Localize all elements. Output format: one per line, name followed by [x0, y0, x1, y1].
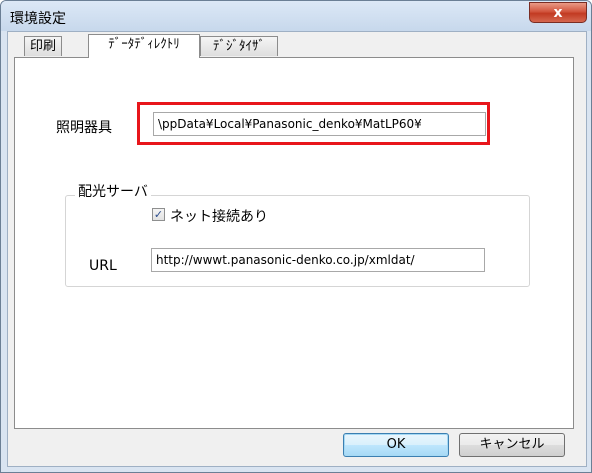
dialog-title: 環境設定 — [10, 11, 66, 27]
server-group-title: 配光サーバ — [75, 181, 151, 201]
tab-print[interactable]: 印刷 — [24, 36, 62, 56]
server-groupbox — [65, 195, 530, 287]
url-label: URL — [89, 258, 117, 274]
tab-data-directory[interactable]: ﾃﾞｰﾀﾃﾞｨﾚｸﾄﾘ — [88, 34, 200, 58]
close-button[interactable]: x — [529, 2, 587, 23]
tab-print-label: 印刷 — [29, 39, 56, 54]
highlight-box — [137, 102, 490, 145]
url-field[interactable]: http://wwwt.panasonic-denko.co.jp/xmldat… — [151, 248, 485, 272]
tab-digitizer-label: ﾃﾞｼﾞﾀｲｻﾞ — [213, 39, 265, 54]
cancel-button[interactable]: キャンセル — [459, 433, 565, 457]
ok-button[interactable]: OK — [343, 433, 449, 457]
close-icon[interactable]: x — [553, 5, 562, 21]
net-connection-label: ネット接続あり — [170, 209, 268, 225]
title-bar[interactable]: 環境設定 x — [1, 1, 591, 31]
checkmark-icon: ✓ — [153, 208, 164, 221]
net-connection-checkbox[interactable]: ✓ — [152, 208, 165, 221]
tab-digitizer[interactable]: ﾃﾞｼﾞﾀｲｻﾞ — [200, 36, 278, 56]
tab-data-directory-label: ﾃﾞｰﾀﾃﾞｨﾚｸﾄﾘ — [108, 37, 180, 52]
lighting-label: 照明器具 — [56, 120, 112, 136]
